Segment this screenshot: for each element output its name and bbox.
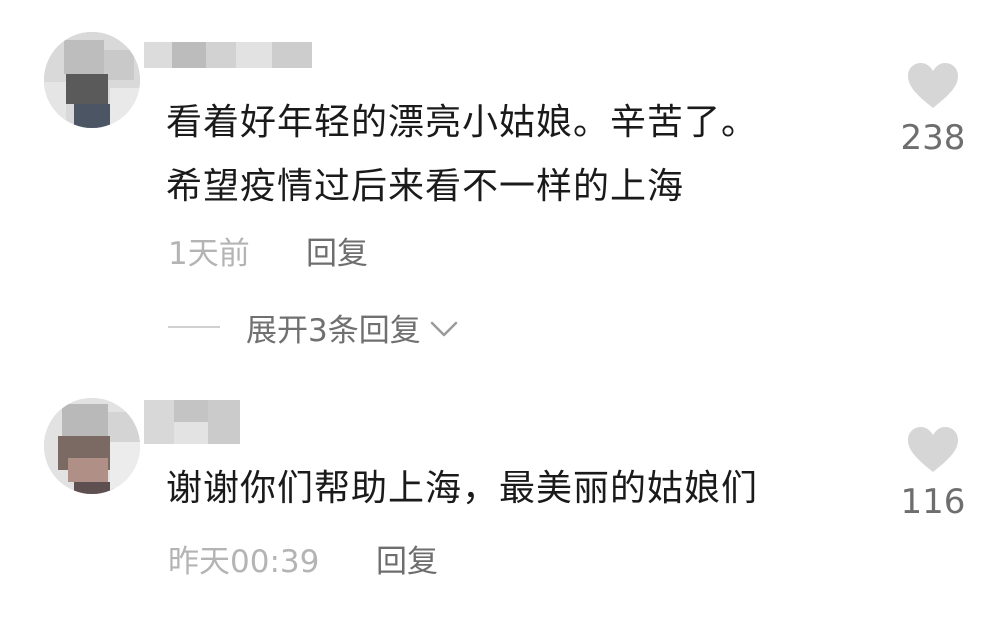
like-count: 238 — [900, 118, 966, 158]
comment-time: 昨天00:39 — [168, 544, 320, 580]
divider — [168, 326, 220, 328]
like-count: 116 — [900, 482, 966, 522]
avatar[interactable] — [44, 398, 140, 494]
chevron-down-icon — [430, 321, 457, 337]
heart-icon — [908, 427, 958, 472]
heart-icon — [908, 63, 958, 108]
comment-text-line: 希望疫情过后来看不一样的上海 — [166, 166, 685, 207]
comment-text-line: 谢谢你们帮助上海，最美丽的姑娘们 — [166, 468, 759, 509]
comment-text: 看着好年轻的漂亮小姑娘。辛苦了。 希望疫情过后来看不一样的上海 — [166, 98, 758, 212]
reply-button[interactable]: 回复 — [306, 228, 368, 273]
avatar[interactable] — [44, 32, 140, 128]
comment-text: 谢谢你们帮助上海，最美丽的姑娘们 — [166, 464, 758, 514]
comment-text-line: 看着好年轻的漂亮小姑娘。辛苦了。 — [166, 102, 759, 143]
comment-item: 谢谢你们帮助上海，最美丽的姑娘们 昨天00:39 回复 116 — [0, 370, 1000, 622]
comment-time: 1天前 — [168, 236, 250, 272]
like-button[interactable]: 116 — [893, 426, 973, 522]
expand-replies-button[interactable]: 展开3条回复 — [168, 305, 459, 349]
expand-replies-label: 展开3条回复 — [246, 312, 421, 349]
username-blurred[interactable] — [144, 400, 240, 444]
like-button[interactable]: 238 — [893, 62, 973, 158]
reply-button[interactable]: 回复 — [376, 536, 438, 581]
username-blurred[interactable] — [144, 42, 312, 68]
comment-item: 看着好年轻的漂亮小姑娘。辛苦了。 希望疫情过后来看不一样的上海 1天前 回复 展… — [0, 0, 1000, 370]
